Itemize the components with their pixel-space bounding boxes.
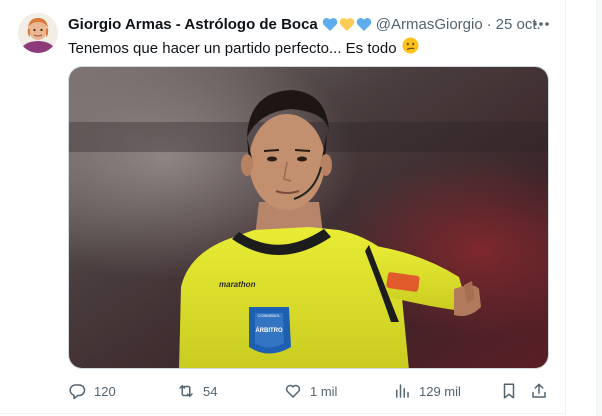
tweet-actions: 120 54 1 mil 129 mil: [68, 380, 552, 402]
retweet-count: 54: [203, 383, 218, 399]
heart-icon: [285, 384, 301, 398]
tweet-text-content: Tenemos que hacer un partido perfecto...…: [68, 39, 397, 57]
jersey-brand: marathon: [219, 280, 256, 289]
author-name[interactable]: Giorgio Armas - Astrólogo de Boca: [68, 16, 318, 33]
retweet-icon: [179, 385, 193, 397]
yellow-heart-icon: [339, 17, 355, 31]
reply-button[interactable]: 120: [68, 380, 116, 402]
view-count: 129 mil: [419, 383, 461, 399]
like-count: 1 mil: [310, 383, 338, 399]
reply-count: 120: [94, 383, 116, 399]
views-button[interactable]: 129 mil: [393, 380, 461, 402]
timeline-column-border: [565, 0, 566, 416]
share-button[interactable]: [530, 380, 548, 402]
author-handle[interactable]: @ArmasGiorgio: [376, 16, 483, 33]
referee-badge-top: CONMEBOL: [258, 313, 282, 318]
share-icon: [532, 383, 546, 398]
tweet-text: Tenemos que hacer un partido perfecto...…: [68, 37, 419, 60]
retweet-button[interactable]: 54: [177, 380, 217, 402]
referee-badge-label: ÁRBITRO: [255, 327, 283, 334]
tweet-media-photo[interactable]: ÁRBITRO CONMEBOL marathon: [68, 66, 549, 369]
confused-face-icon: [402, 37, 419, 60]
avatar[interactable]: [18, 13, 58, 53]
name-emoji-badges: [322, 17, 372, 32]
blue-heart-icon: [322, 17, 338, 31]
more-options-button[interactable]: [530, 14, 552, 34]
meta-separator: ·: [486, 15, 492, 33]
scrollbar-track[interactable]: [596, 0, 602, 416]
more-dots-icon: [533, 22, 549, 26]
blue-heart-icon: [356, 17, 372, 31]
like-button[interactable]: 1 mil: [284, 380, 337, 402]
reply-icon: [69, 384, 86, 400]
bookmark-button[interactable]: [500, 380, 518, 402]
analytics-icon: [396, 384, 409, 398]
bookmark-icon: [503, 383, 515, 399]
tweet-divider: [0, 413, 565, 414]
tweet-header: Giorgio Armas - Astrólogo de Boca @Armas…: [68, 14, 541, 34]
